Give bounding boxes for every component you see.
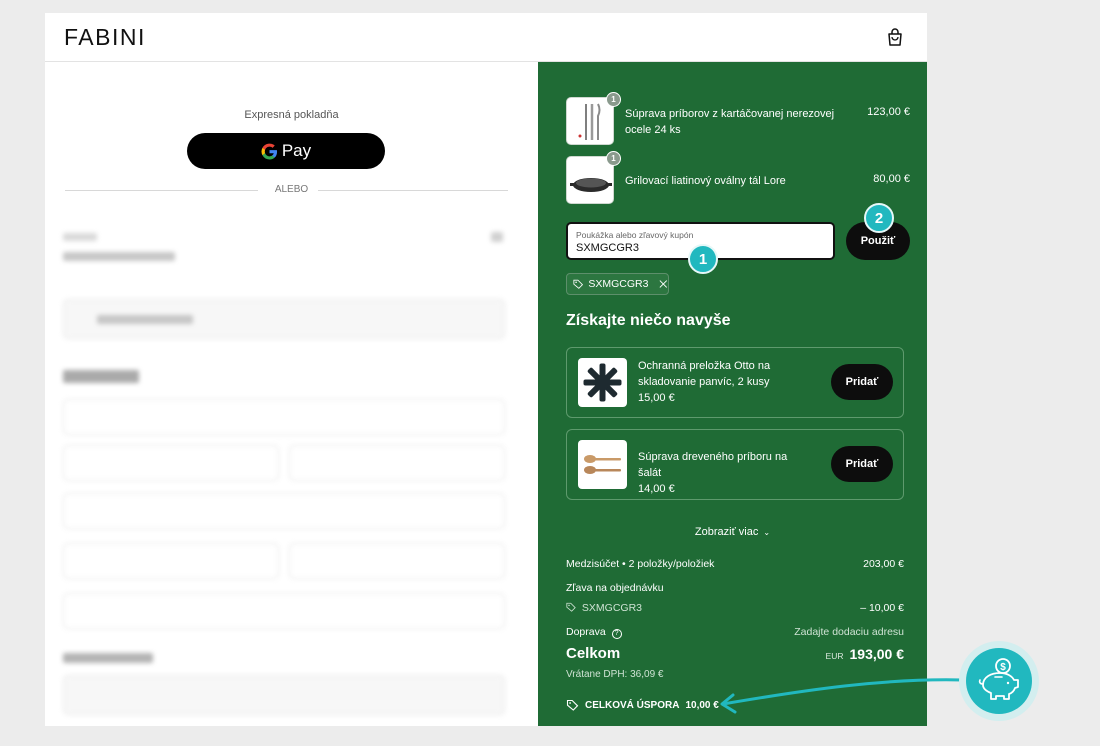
upsell-price: 15,00 € [638,392,675,404]
savings-badge: $ [959,641,1039,721]
shopping-bag-icon[interactable] [887,28,903,46]
blurred-delivery-heading [63,370,139,383]
savings-label: CELKOVÁ ÚSPORA [585,699,680,711]
savings-value: 10,00 € [685,699,719,711]
upsell-info: Súprava dreveného príboru na šalát 14,00… [638,449,808,497]
blurred-shipping-note [63,675,505,715]
shipping-value: Zadajte dodaciu adresu [794,626,904,638]
subtotal-value: 203,00 € [863,558,904,570]
pan-protector-thumbnail [578,358,627,407]
header: FABINI [45,13,927,62]
blurred-phone [63,593,505,629]
cart-item-name: Súprava príborov z kartáčovanej nerezove… [625,108,835,136]
blurred-shipping-heading [63,653,153,663]
add-upsell-button[interactable]: Pridať [831,446,893,482]
subtotal-row: Medzisúčet • 2 položky/položiek 203,00 € [566,558,904,570]
blurred-first-name [63,445,279,481]
add-upsell-button[interactable]: Pridať [831,364,893,400]
total-label: Celkom [566,645,621,662]
discount-row: Zľava na objednávku [566,582,904,594]
discount-label: Zľava na objednávku [566,582,664,594]
contact-delivery-panel: Expresná pokladňa Pay ALEBO [45,62,538,726]
salad-servers-thumbnail [578,440,627,489]
google-pay-label: Pay [281,141,312,160]
blurred-address [63,493,505,529]
express-checkout-label: Expresná pokladňa [244,109,339,121]
blurred-email-label [63,233,97,241]
chevron-down-icon: ⌄ [763,528,771,537]
total-amount: EUR 193,00 € [826,646,904,662]
blurred-city [289,543,505,579]
subtotal-label: Medzisúčet • 2 položky/položiek [566,558,715,570]
cart-item: 1 Súprava príborov z kartáčovanej nerezo… [566,92,910,145]
tag-icon [566,699,579,711]
blurred-country-select [63,399,505,435]
piggy-bank-drawing: $ [978,658,1019,700]
upsell-info: Ochranná preložka Otto na skladovanie pa… [638,358,808,406]
discount-code-row: SXMGCGR3 – 10,00 € [566,602,904,614]
cart-item-price: 123,00 € [867,106,910,118]
total-savings: CELKOVÁ ÚSPORA 10,00 € [566,699,719,711]
cart-item: 1 Grilovací liatinový oválny tál Lore 80… [566,151,910,204]
coupon-input-label: Poukážka alebo zľavový kupón [576,230,694,240]
shipping-label: Doprava [566,626,606,638]
order-summary-panel: 1 Súprava príborov z kartáčovanej nerezo… [538,62,927,726]
total-currency: EUR [825,651,844,661]
applied-coupon-chip: SXMGCGR3 [566,273,669,295]
step-marker-2: 2 [864,203,894,233]
close-icon[interactable] [659,279,668,289]
brand-logo[interactable]: FABINI [64,24,146,51]
blurred-email-value [63,252,175,261]
applied-coupon-code: SXMGCGR3 [588,278,649,290]
cart-item-price: 80,00 € [873,173,910,185]
svg-text:$: $ [1000,662,1006,673]
upsell-heading: Získajte niečo navyše [566,312,731,329]
upsell-name: Súprava dreveného príboru na šalát [638,451,788,479]
coupon-input-value[interactable]: SXMGCGR3 [576,242,639,254]
quantity-badge: 1 [606,151,621,166]
upsell-price: 14,00 € [638,483,675,495]
info-icon[interactable]: ? [611,629,622,639]
google-pay-button[interactable]: Pay [187,133,385,169]
divider-label: ALEBO [274,184,309,195]
discount-code: SXMGCGR3 [581,602,643,614]
arrow-annotation [720,678,965,714]
show-more-label: Zobraziť viac [694,526,759,538]
blurred-field-icon [491,232,503,242]
blurred-form [63,227,523,726]
salad-servers-image [584,455,621,474]
checkout-frame: FABINI Expresná pokladňa Pay ALEBO 1 Súp… [45,13,927,726]
quantity-badge: 1 [606,92,621,107]
pan-protector-image [583,363,622,402]
show-more-link[interactable]: Zobraziť viac ⌄ [538,526,927,538]
tag-icon [566,602,576,612]
tag-icon [573,279,584,289]
blurred-marketing-text [97,315,193,324]
shipping-row: Doprava ? Zadajte dodaciu adresu [566,626,904,639]
cart-item-name: Grilovací liatinový oválny tál Lore [625,175,786,187]
vat-note: Vrátane DPH: 36,09 € [566,669,664,680]
blurred-postal-code [63,543,279,579]
discount-value: – 10,00 € [860,602,904,614]
piggy-bank-icon: $ [966,648,1032,714]
step-marker-1: 1 [688,244,718,274]
total-value: 193,00 € [849,646,905,662]
upsell-card: Súprava dreveného príboru na šalát 14,00… [566,429,904,500]
blurred-last-name [289,445,505,481]
google-g-icon [261,143,277,160]
upsell-name: Ochranná preložka Otto na skladovanie pa… [638,360,771,388]
upsell-card: Ochranná preložka Otto na skladovanie pa… [566,347,904,418]
